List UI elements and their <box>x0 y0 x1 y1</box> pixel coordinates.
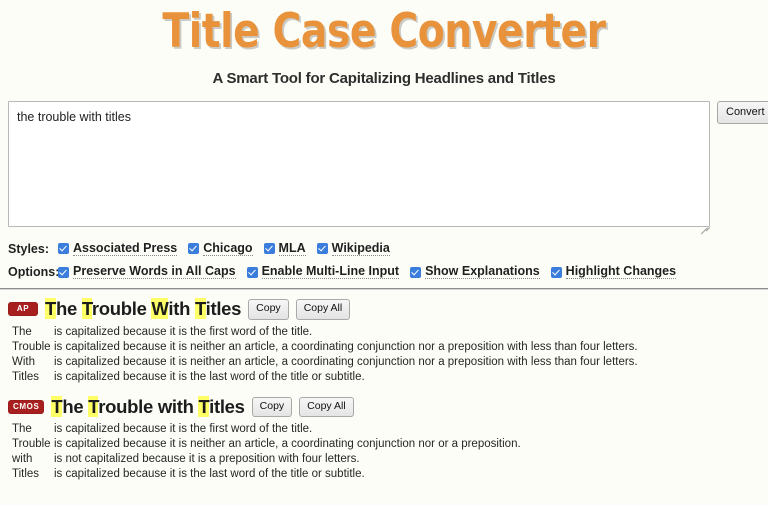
highlighted-letter: T <box>198 395 210 417</box>
explanation-list: The is capitalized because it is the firs… <box>8 325 760 385</box>
result-block: AP The Trouble With Titles Copy Copy All The… <box>8 298 760 385</box>
explanation-text: is capitalized because it is neither an … <box>54 438 521 451</box>
explanation-text: is capitalized because it is neither an … <box>54 355 638 368</box>
checkbox-checked-icon[interactable] <box>246 266 258 278</box>
option-item[interactable]: Preserve Words in All Caps <box>58 265 236 280</box>
options-row: Options: Preserve Words in All Caps Enabl… <box>8 265 768 280</box>
copy-button[interactable]: Copy <box>251 396 293 418</box>
textarea-wrapper <box>8 100 710 234</box>
explanation-row: Titles is capitalized because it is the l… <box>8 467 760 482</box>
styles-row: Styles: Associated Press Chicago MLA Wikipe… <box>8 242 768 257</box>
highlighted-letter: T <box>194 298 206 320</box>
option-item[interactable]: MLA <box>263 242 306 257</box>
option-item[interactable]: Enable Multi-Line Input <box>246 265 400 280</box>
option-label[interactable]: Enable Multi-Line Input <box>261 265 400 280</box>
explanation-row: Trouble is capitalized because it is neit… <box>8 340 760 355</box>
results-list: AP The Trouble With Titles Copy Copy All The… <box>0 290 768 482</box>
result-block: CMOS The Trouble with Titles Copy Copy All T… <box>8 395 760 483</box>
explanation-word: Titles <box>12 370 40 383</box>
checkbox-checked-icon[interactable] <box>58 266 69 278</box>
copy-all-button[interactable]: Copy All <box>295 299 351 320</box>
page-root: Title Case Converter A Smart Tool for Ca… <box>0 0 768 505</box>
checkbox-checked-icon[interactable] <box>188 243 200 255</box>
option-item[interactable]: Highlight Changes <box>550 265 677 280</box>
highlighted-letter: T <box>45 298 57 320</box>
highlighted-letter: T <box>88 395 99 417</box>
styles-checkbox-group: Associated Press Chicago MLA Wikipedia <box>58 242 401 257</box>
explanation-word: Trouble <box>12 438 51 451</box>
checkbox-checked-icon[interactable] <box>550 266 562 278</box>
options-checkbox-group: Preserve Words in All Caps Enable Multi-L… <box>58 265 687 280</box>
options-panel: Styles: Associated Press Chicago MLA Wikipe… <box>0 232 768 281</box>
option-label[interactable]: Preserve Words in All Caps <box>73 265 236 280</box>
option-item[interactable]: Show Explanations <box>410 265 540 280</box>
explanation-word: The <box>12 423 32 436</box>
converted-title: The Trouble With Titles <box>45 298 242 320</box>
explanation-text: is capitalized because it is the last wo… <box>54 370 365 383</box>
checkbox-checked-icon[interactable] <box>58 243 69 255</box>
explanation-word: With <box>12 355 35 368</box>
title-text: he <box>62 395 89 417</box>
explanation-word: with <box>12 453 33 466</box>
convert-button[interactable]: Convert <box>717 100 768 124</box>
copy-all-button[interactable]: Copy All <box>299 396 354 418</box>
option-label[interactable]: Highlight Changes <box>565 265 677 280</box>
page-subtitle: A Smart Tool for Capitalizing Headlines … <box>212 69 556 87</box>
option-label[interactable]: Wikipedia <box>331 242 390 257</box>
option-label[interactable]: Associated Press <box>73 242 178 257</box>
option-item[interactable]: Associated Press <box>58 242 178 257</box>
style-badge: CMOS <box>8 399 45 414</box>
options-row-label: Options: <box>8 265 60 280</box>
explanation-row: Trouble is capitalized because it is neit… <box>8 437 760 452</box>
checkbox-checked-icon[interactable] <box>410 266 422 278</box>
checkbox-checked-icon[interactable] <box>263 243 275 255</box>
page-header: Title Case Converter A Smart Tool for Ca… <box>0 0 768 87</box>
option-label[interactable]: MLA <box>278 242 306 257</box>
title-text: itles <box>205 298 242 320</box>
title-text: rouble with <box>98 395 199 417</box>
option-item[interactable]: Chicago <box>188 242 253 257</box>
title-text: rouble <box>91 298 152 320</box>
checkbox-checked-icon[interactable] <box>316 243 328 255</box>
result-header: CMOS The Trouble with Titles Copy Copy All <box>8 395 760 418</box>
highlighted-letter: W <box>151 298 169 320</box>
title-text: he <box>56 298 82 320</box>
explanation-text: is not capitalized because it is a prepo… <box>54 453 360 466</box>
explanation-row: With is capitalized because it is neither… <box>8 355 760 370</box>
option-item[interactable]: Wikipedia <box>316 242 390 257</box>
explanation-word: The <box>12 325 32 338</box>
input-row: Convert <box>0 87 768 234</box>
explanation-word: Titles <box>12 468 40 481</box>
explanation-text: is capitalized because it is the last wo… <box>54 468 365 481</box>
converted-title: The Trouble with Titles <box>51 395 245 417</box>
explanation-word: Trouble <box>12 340 51 353</box>
highlighted-letter: T <box>81 298 92 320</box>
highlighted-letter: T <box>51 395 63 417</box>
explanation-text: is capitalized because it is the first w… <box>54 325 313 338</box>
explanation-row: Titles is capitalized because it is the l… <box>8 370 760 385</box>
styles-row-label: Styles: <box>8 242 49 256</box>
copy-button[interactable]: Copy <box>248 299 289 320</box>
style-badge: AP <box>8 302 38 317</box>
explanation-text: is capitalized because it is the first w… <box>54 423 313 436</box>
explanation-row: with is not capitalized because it is a p… <box>8 452 760 467</box>
explanation-row: The is capitalized because it is the firs… <box>8 422 760 437</box>
page-title: Title Case Converter <box>162 4 606 59</box>
explanation-row: The is capitalized because it is the firs… <box>8 325 760 340</box>
title-text: itles <box>209 395 245 417</box>
option-label[interactable]: Show Explanations <box>425 265 540 280</box>
explanation-text: is capitalized because it is neither an … <box>54 340 638 353</box>
title-text: ith <box>168 298 195 320</box>
explanation-list: The is capitalized because it is the firs… <box>8 422 760 482</box>
option-label[interactable]: Chicago <box>203 242 253 257</box>
result-header: AP The Trouble With Titles Copy Copy All <box>8 298 760 320</box>
title-input[interactable] <box>8 100 710 227</box>
